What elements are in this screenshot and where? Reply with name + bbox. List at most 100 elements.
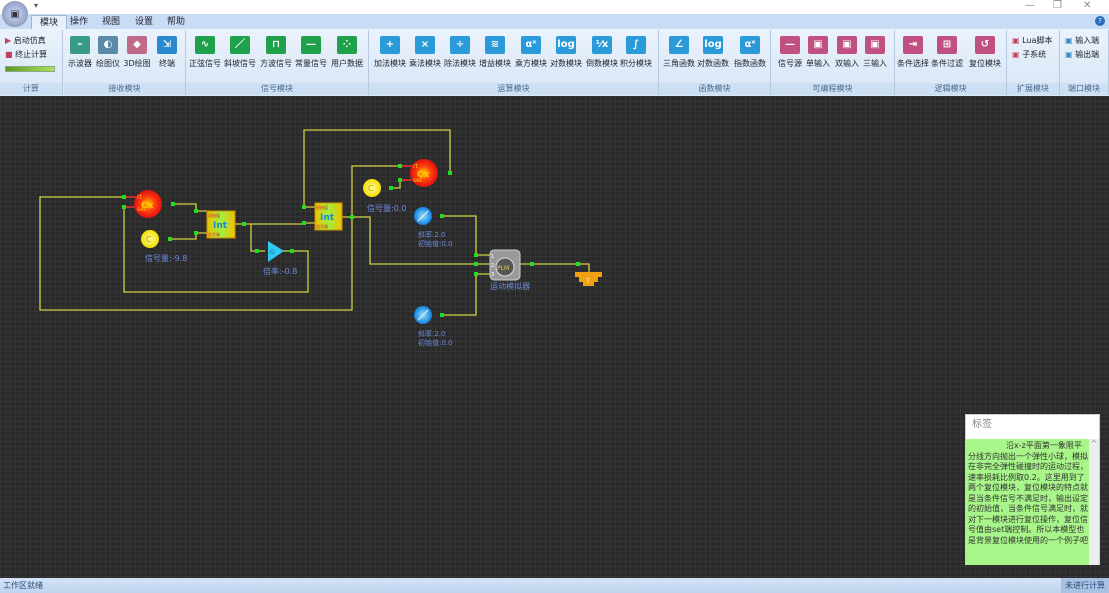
help-icon[interactable]: ? — [1095, 16, 1105, 26]
port-label: set — [137, 206, 147, 213]
quick-access-dropdown[interactable]: ▾ — [34, 1, 38, 10]
port — [242, 222, 246, 226]
module-icon: × — [415, 36, 435, 54]
tab-help[interactable]: 帮助 — [159, 15, 193, 29]
constant-block-2[interactable]: C — [363, 179, 381, 197]
module-button[interactable]: ⁘ 用户数据 — [329, 36, 365, 69]
module-button[interactable]: ▣ 输出端 — [1065, 49, 1099, 60]
group-label: 计算 — [0, 83, 62, 95]
int-glyph: Int — [320, 213, 335, 223]
stop-icon: ■ — [5, 50, 13, 59]
ramp-initial-label-2: 初始值:0.0 — [418, 338, 453, 347]
tab-view[interactable]: 视图 — [94, 15, 128, 29]
module-button[interactable]: ≋ 增益模块 — [477, 36, 513, 69]
module-button[interactable]: ∫ 积分模块 — [618, 36, 654, 69]
tab-operation[interactable]: 操作 — [62, 15, 96, 29]
simulator-glyph: PLM — [497, 265, 509, 272]
module-button[interactable]: ▣ 子系统 — [1012, 49, 1046, 60]
restore-button[interactable]: ❐ — [1053, 0, 1062, 11]
port-label: 初始值 — [208, 212, 220, 218]
module-icon: ▣ — [1065, 50, 1073, 59]
port — [398, 178, 402, 182]
wire — [342, 216, 490, 265]
port-label: set — [413, 177, 423, 184]
module-button[interactable]: — 常量信号 — [293, 36, 329, 69]
close-button[interactable]: ✕ — [1083, 0, 1091, 11]
group-label: 可编程模块 — [771, 83, 894, 95]
module-button[interactable]: ▣ Lua脚本 — [1012, 35, 1052, 46]
integrator-block-1[interactable]: Int 初始值 信号端 — [206, 210, 236, 239]
constant-label-1: 信号量:-9.8 — [145, 253, 187, 263]
constant-label-2: 信号量:0.0 — [367, 203, 406, 213]
module-icon: log — [556, 36, 576, 54]
status-bar: 工作区就绪 未进行计算 — [0, 578, 1109, 593]
port — [350, 215, 354, 219]
module-icon: ⌁ — [70, 36, 90, 54]
module-button[interactable]: ▣ 三输入 — [857, 36, 893, 69]
port — [530, 262, 534, 266]
port-label: rt — [413, 163, 418, 170]
constant-block-1[interactable]: C — [141, 230, 159, 248]
start-simulation-button[interactable]: ▶ 启动仿真 — [5, 35, 46, 46]
workspace-canvas[interactable]: Cx rt set Cx rt set C 信号量:-9.8 C 信号量:0.0… — [0, 96, 1109, 578]
constant-glyph: C — [146, 235, 152, 244]
minimize-button[interactable]: — — [1025, 0, 1035, 11]
port-label: 初始值 — [316, 204, 328, 210]
stop-compute-button[interactable]: ■ 终止计算 — [5, 49, 47, 60]
module-icon: ⇥ — [903, 36, 923, 54]
port — [474, 262, 478, 266]
ribbon: ▶ 启动仿真 ■ 终止计算 计算 ⌁ 示波器 ◐ 绘图仪 ◆ 3D绘图 ⇲ 终端 接收模块 ∿ 正弦… — [0, 29, 1109, 96]
ports — [122, 164, 580, 317]
module-icon: log — [703, 36, 723, 54]
integrator-block-2[interactable]: Int 初始值 信号端 — [314, 202, 343, 231]
ramp-initial-label-1: 初始值:0.0 — [418, 239, 453, 248]
module-button[interactable]: log 对数模块 — [548, 36, 584, 69]
module-icon: ↺ — [975, 36, 995, 54]
ribbon-tabs: 模块 操作 视图 设置 帮助 ? — [0, 14, 1109, 29]
module-button[interactable]: ▣ 输入端 — [1065, 35, 1099, 46]
note-text[interactable]: 沿x-z平面第一象限平分线方向抛出一个弹性小球，模拟在非完全弹性碰撞时的运动过程… — [966, 439, 1090, 565]
module-icon: ▣ — [837, 36, 857, 54]
gain-block[interactable]: G — [268, 241, 284, 262]
module-button[interactable]: ⊞ 条件过滤 — [929, 36, 965, 69]
port — [474, 253, 478, 257]
ramp-block-2[interactable] — [414, 306, 432, 324]
wire — [170, 232, 207, 240]
module-button[interactable]: ／斜坡信号 — [222, 36, 258, 69]
port-label: 3 — [491, 272, 494, 278]
port-label: 1 — [491, 254, 494, 260]
module-icon: ◆ — [127, 36, 147, 54]
gain-glyph: G — [270, 249, 275, 256]
tab-settings[interactable]: 设置 — [127, 15, 161, 29]
motion-simulator-block[interactable]: PLM 1 2 3 — [489, 249, 521, 281]
ramp-block-1[interactable] — [414, 207, 432, 225]
module-icon: ∠ — [669, 36, 689, 54]
port-label: 信号端 — [316, 223, 328, 229]
gain-label: 倍率:-0.8 — [263, 266, 297, 276]
module-icon: ▣ — [1065, 36, 1073, 45]
module-button[interactable]: ⇲ 终端 — [149, 36, 185, 69]
port — [440, 214, 444, 218]
module-icon: ⊞ — [937, 36, 957, 54]
counter-block-1[interactable]: Cx rt set — [124, 190, 162, 218]
constant-glyph: C — [368, 184, 374, 193]
group-label: 运算模块 — [369, 83, 658, 95]
module-label: 用户数据 — [331, 59, 363, 68]
int-glyph: Int — [213, 221, 228, 231]
ribbon-group: + 加法模块 × 乘法模块 ÷ 除法模块 ≋ 增益模块 αˣ 乘方模块 log 对数模块 ⅟x 倒数模块 ∫… — [369, 30, 659, 95]
app-logo-button[interactable]: ▣ — [2, 1, 28, 27]
note-scrollbar[interactable]: ^ — [1089, 439, 1099, 565]
module-icon: αˣ — [521, 36, 541, 54]
module-icon: ⊓ — [266, 36, 286, 54]
module-icon: — — [780, 36, 800, 54]
port — [448, 171, 452, 175]
counter-block-2[interactable]: Cx rt set — [400, 159, 438, 187]
terminal-block[interactable]: T — [575, 272, 602, 286]
ribbon-group: ⇥ 条件选择 ⊞ 条件过滤 ↺ 复位模块 逻辑模块 — [895, 30, 1007, 95]
module-button[interactable]: ↺ 复位模块 — [967, 36, 1003, 69]
module-label: 积分模块 — [620, 59, 652, 68]
module-icon: ÷ — [450, 36, 470, 54]
port — [168, 237, 172, 241]
module-button[interactable]: log 对数函数 — [695, 36, 731, 69]
module-button[interactable]: αˣ 指数函数 — [732, 36, 768, 69]
